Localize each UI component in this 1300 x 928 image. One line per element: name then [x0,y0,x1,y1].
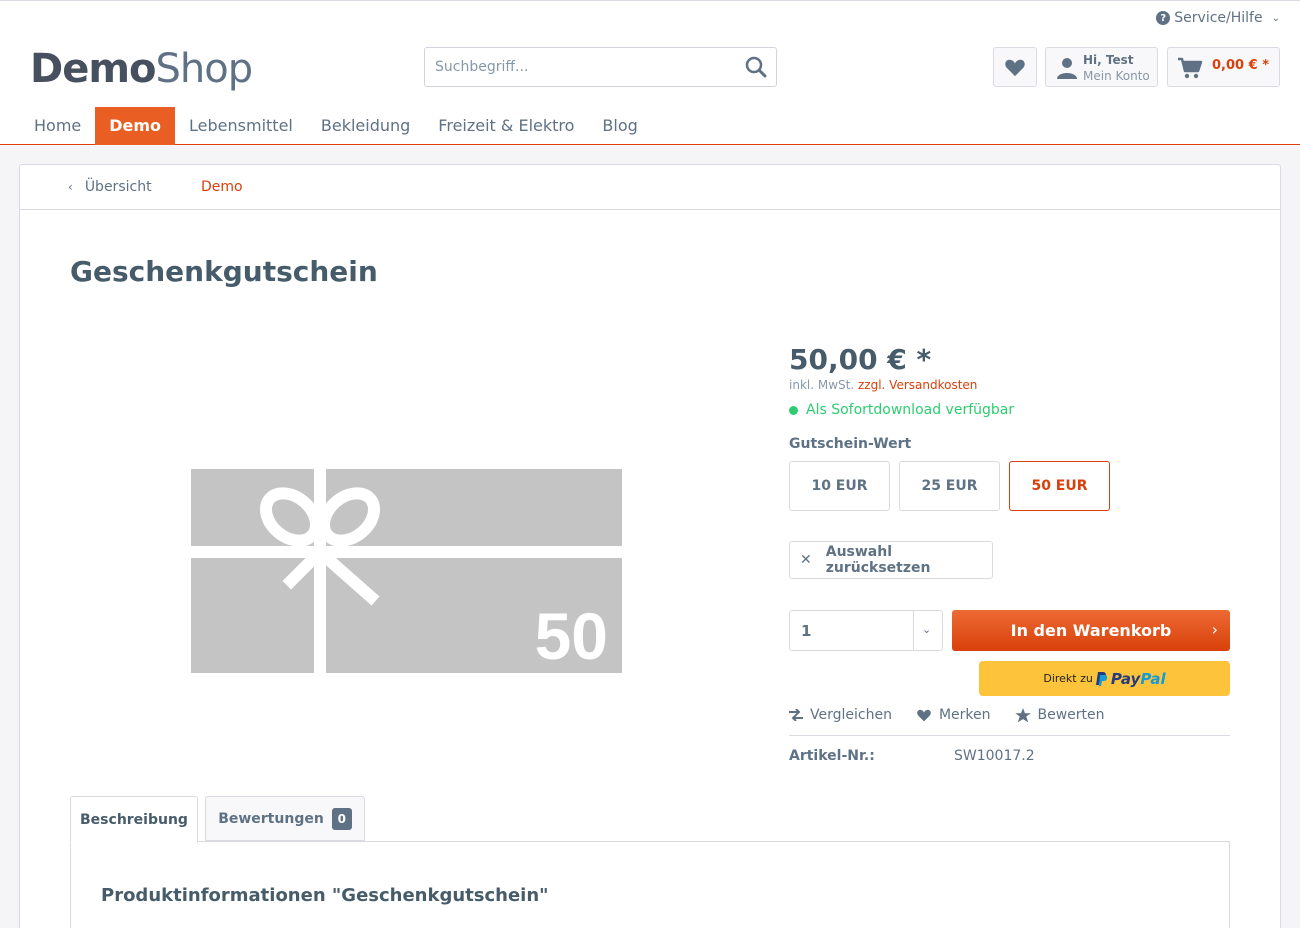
voucher-value-text: 50 [535,599,608,673]
product-actions: Vergleichen Merken Bewerten [789,707,1105,723]
tab-panel-description: Produktinformationen "Geschenkgutschein" [70,841,1230,928]
service-label: Service/Hilfe [1174,10,1263,26]
option-50-eur[interactable]: 50 EUR [1009,461,1110,511]
back-label: Übersicht [84,179,152,195]
close-icon: ✕ [800,552,812,568]
quantity-divider [913,611,914,650]
main-navigation: Home Demo Lebensmittel Bekleidung Freize… [20,107,652,145]
quantity-select[interactable]: 1 ⌄ [789,610,943,651]
paypal-express-button[interactable]: Direkt zu PayPal [979,661,1230,696]
paypal-icon [1095,671,1107,686]
configurator-label: Gutschein-Wert [789,436,912,452]
breadcrumb: ‹ Übersicht Demo [20,165,1280,210]
account-greeting: Hi, Test [1083,53,1134,67]
search-box [424,47,777,87]
help-icon: ? [1156,11,1171,25]
compare-icon [789,709,803,721]
nav-item-blog[interactable]: Blog [588,107,651,145]
product-price: 50,00 € * [789,343,932,376]
rate-link[interactable]: Bewerten [1014,707,1105,723]
add-to-cart-button[interactable]: In den Warenkorb › [952,610,1230,651]
logo[interactable]: DemoShop [30,45,254,93]
add-to-cart-label: In den Warenkorb [1010,621,1172,640]
availability-text: Als Sofortdownload verfügbar [806,402,1015,418]
reviews-count-badge: 0 [331,807,352,830]
search-icon[interactable] [744,55,768,79]
note-link[interactable]: Merken [916,707,991,723]
nav-item-lebensmittel[interactable]: Lebensmittel [175,107,307,145]
paypal-pay-text: Pay [1110,669,1141,688]
availability-status: Als Sofortdownload verfügbar [789,402,1014,418]
heart-icon [917,709,931,722]
account-button[interactable]: Hi, Test Mein Konto [1045,47,1158,87]
reset-label: Auswahl zurücksetzen [825,544,931,576]
paypal-prefix: Direkt zu [1043,672,1093,685]
description-title: Produktinformationen "Geschenkgutschein" [101,885,549,906]
tab-description[interactable]: Beschreibung [70,796,198,843]
tax-note: inkl. MwSt. zzgl. Versandkosten [789,378,977,392]
nav-item-demo[interactable]: Demo [95,107,176,145]
header: ? Service/Hilfe ⌄ DemoShop Hi, Test Mein… [0,0,1300,145]
chevron-right-icon: › [1211,620,1218,639]
compare-label: Vergleichen [810,707,892,723]
tab-reviews[interactable]: Bewertungen 0 [205,796,365,841]
wishlist-button[interactable] [993,47,1037,87]
voucher-value-options: 10 EUR 25 EUR 50 EUR [789,461,1110,511]
logo-light: Shop [155,46,254,92]
divider [789,735,1230,736]
article-number-label: Artikel-Nr.: [789,748,875,764]
logo-bold: Demo [30,46,156,92]
nav-item-bekleidung[interactable]: Bekleidung [307,107,424,145]
chevron-left-icon: ‹ [68,180,73,194]
user-icon [1057,58,1077,79]
tax-label: inkl. MwSt. [789,378,855,392]
search-input[interactable] [425,48,725,86]
cart-amount: 0,00 € * [1212,58,1269,73]
breadcrumb-category-link[interactable]: Demo [201,179,243,195]
tab-reviews-label: Bewertungen [218,810,324,827]
option-25-eur[interactable]: 25 EUR [899,461,1000,511]
product-detail-container: ‹ Übersicht Demo Geschenkgutschein 50 50,… [19,164,1281,928]
paypal-pal-text: Pal [1140,669,1166,688]
cart-button[interactable]: 0,00 € * [1167,47,1280,87]
chevron-down-icon: ⌄ [922,623,932,636]
shipping-costs-link[interactable]: zzgl. Versandkosten [858,378,977,392]
nav-item-freizeit-elektro[interactable]: Freizeit & Elektro [424,107,588,145]
product-image[interactable]: 50 [191,469,622,673]
heart-icon [1005,59,1025,77]
rate-label: Bewerten [1037,707,1105,723]
article-number-value: SW10017.2 [954,748,1035,764]
quantity-value: 1 [801,622,812,640]
note-label: Merken [938,707,991,723]
account-label: Mein Konto [1083,69,1150,83]
cart-icon [1178,57,1203,79]
compare-link[interactable]: Vergleichen [789,707,892,723]
option-10-eur[interactable]: 10 EUR [789,461,890,511]
chevron-down-icon: ⌄ [1271,12,1280,24]
page-title: Geschenkgutschein [70,255,378,288]
availability-dot-icon [789,405,798,415]
reset-selection-button[interactable]: ✕ Auswahl zurücksetzen [789,541,993,579]
star-icon [1014,707,1031,722]
service-menu[interactable]: ? Service/Hilfe ⌄ [1156,10,1280,26]
nav-item-home[interactable]: Home [20,107,95,145]
back-to-overview-link[interactable]: ‹ Übersicht [68,179,152,195]
